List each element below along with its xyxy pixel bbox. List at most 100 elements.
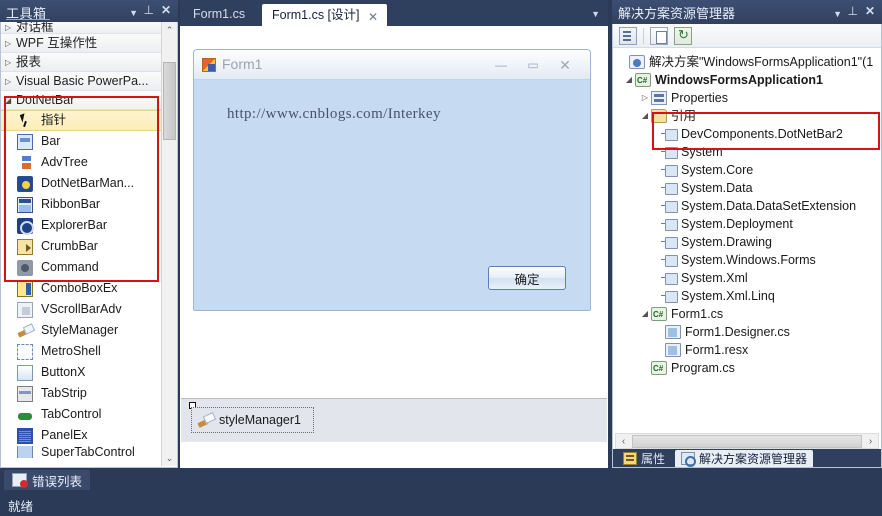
- toolbox-category-dialogs[interactable]: ▷ 对话框: [1, 22, 161, 34]
- toolbox-item-comboboxex[interactable]: ComboBoxEx: [1, 278, 161, 299]
- close-icon[interactable]: ✕: [554, 58, 576, 73]
- tree-row-references[interactable]: ◢ 引用: [613, 107, 881, 125]
- refresh-icon[interactable]: [674, 26, 692, 45]
- tree-row-ref-xml[interactable]: System.Xml: [613, 269, 881, 287]
- reference-icon: [661, 163, 678, 177]
- status-text: 就绪: [8, 499, 34, 514]
- tree-row-label: 解决方案"WindowsFormsApplication1"(1: [649, 55, 874, 69]
- toolbox-category-wpf-interop[interactable]: ▷ WPF 互操作性: [1, 34, 161, 53]
- toolbox-item-command[interactable]: Command: [1, 257, 161, 278]
- solution-tree[interactable]: 解决方案"WindowsFormsApplication1"(1 ◢ Windo…: [613, 49, 881, 431]
- chevron-down-icon[interactable]: ▼: [129, 7, 138, 19]
- tree-row-properties[interactable]: ▷ Properties: [613, 89, 881, 107]
- tree-row-ref-windows-forms[interactable]: System.Windows.Forms: [613, 251, 881, 269]
- scroll-left-icon[interactable]: ‹: [616, 436, 631, 447]
- minimize-icon[interactable]: —: [490, 59, 512, 73]
- toolbox-category-label: WPF 互操作性: [16, 35, 98, 50]
- show-all-files-icon[interactable]: [650, 26, 668, 45]
- tree-row-form1-cs[interactable]: ◢ Form1.cs: [613, 305, 881, 324]
- toolbox-item-pointer[interactable]: 指针: [1, 110, 161, 131]
- winform-ok-button[interactable]: 确定: [488, 266, 566, 290]
- toolbox-item-label: RibbonBar: [41, 197, 101, 211]
- tree-row-label: Properties: [671, 91, 728, 105]
- toolbox-item-metroshell[interactable]: MetroShell: [1, 341, 161, 362]
- tab-solution-explorer[interactable]: 解决方案资源管理器: [675, 449, 814, 467]
- designer-file-icon: [665, 325, 681, 339]
- tray-item-stylemanager1[interactable]: styleManager1: [191, 407, 314, 433]
- scrollbar-thumb[interactable]: [163, 62, 176, 140]
- tree-row-label: System.Data.DataSetExtension: [681, 199, 857, 213]
- tree-row-label: System: [681, 145, 723, 159]
- toolbox-item-label: PanelEx: [41, 428, 88, 442]
- maximize-icon[interactable]: ▭: [522, 59, 544, 73]
- chevron-down-icon[interactable]: ▼: [833, 8, 842, 20]
- tree-row-label: Form1.cs: [671, 307, 724, 321]
- editor-tabstrip: Form1.cs Form1.cs [设计] ✕ ▼: [180, 0, 608, 26]
- tree-row-ref-system[interactable]: System: [613, 143, 881, 161]
- winform-preview[interactable]: Form1 — ▭ ✕ http://www.cnblogs.com/Inter…: [193, 49, 591, 311]
- close-icon[interactable]: ✕: [161, 4, 171, 16]
- toolbox-item-explorerbar[interactable]: ExplorerBar: [1, 215, 161, 236]
- tree-row-ref-datasetextension[interactable]: System.Data.DataSetExtension: [613, 197, 881, 215]
- toolbox-item-crumbbar[interactable]: CrumbBar: [1, 236, 161, 257]
- toolbox-title-underline: [6, 19, 50, 20]
- close-icon[interactable]: ✕: [865, 5, 875, 17]
- toolbox-item-tabstrip[interactable]: TabStrip: [1, 383, 161, 404]
- solution-icon: [629, 55, 645, 69]
- tab-label: 属性: [641, 451, 666, 466]
- tree-row-project[interactable]: ◢ WindowsFormsApplication1: [613, 71, 881, 90]
- designer-canvas[interactable]: Form1 — ▭ ✕ http://www.cnblogs.com/Inter…: [181, 27, 607, 442]
- pin-icon[interactable]: ⊥: [144, 4, 154, 16]
- toolbox-category-vb-powerpack[interactable]: ▷ Visual Basic PowerPa...: [1, 72, 161, 91]
- advtree-icon: [17, 154, 33, 171]
- scroll-down-icon[interactable]: ⌄: [162, 450, 177, 466]
- toolbox-item-label: 指针: [41, 113, 67, 127]
- toolbox-item-label: ButtonX: [41, 365, 86, 379]
- tree-row-label: Program.cs: [671, 361, 735, 375]
- status-bar: 就绪: [0, 494, 882, 516]
- tab-form1-cs[interactable]: Form1.cs: [184, 4, 254, 26]
- toolbox-item-dotnetbarmanager[interactable]: DotNetBarMan...: [1, 173, 161, 194]
- toolbox-category-label: 对话框: [16, 22, 54, 34]
- toolbox-category-reports[interactable]: ▷ 报表: [1, 53, 161, 72]
- scroll-right-icon[interactable]: ›: [863, 436, 878, 447]
- toolbox-item-advtree[interactable]: AdvTree: [1, 152, 161, 173]
- tree-row-ref-system-core[interactable]: System.Core: [613, 161, 881, 179]
- tree-row-label: Form1.Designer.cs: [685, 325, 790, 339]
- toolbox-item-tabcontrol[interactable]: TabControl: [1, 404, 161, 425]
- tab-properties[interactable]: 属性: [617, 450, 671, 467]
- tree-row-ref-dotnetbar2[interactable]: DevComponents.DotNetBar2: [613, 125, 881, 143]
- toolbox-scrollbar[interactable]: ⌃ ⌄: [161, 22, 177, 466]
- toolbox-item-stylemanager[interactable]: StyleManager: [1, 320, 161, 341]
- tree-row-ref-drawing[interactable]: System.Drawing: [613, 233, 881, 251]
- tab-overflow-icon[interactable]: ▼: [591, 9, 600, 19]
- pin-icon[interactable]: ⊥: [848, 5, 858, 17]
- scroll-up-icon[interactable]: ⌃: [162, 22, 177, 38]
- chevron-down-icon: ◢: [625, 75, 633, 84]
- toolbox-category-dotnetbar[interactable]: ◢ DotNetBar: [1, 91, 161, 110]
- tree-row-ref-deployment[interactable]: System.Deployment: [613, 215, 881, 233]
- scrollbar-thumb[interactable]: [632, 434, 862, 448]
- toolbox-item-bar[interactable]: Bar: [1, 131, 161, 152]
- crumbbar-icon: [17, 238, 33, 255]
- solution-horizontal-scrollbar[interactable]: ‹ ›: [615, 433, 879, 449]
- tree-row-form1-resx[interactable]: Form1.resx: [613, 341, 881, 359]
- toolbox-item-ribbonbar[interactable]: RibbonBar: [1, 194, 161, 215]
- toolbox-item-label: TabControl: [41, 407, 102, 421]
- toolbox-item-vscrollbaradv[interactable]: VScrollBarAdv: [1, 299, 161, 320]
- tree-row-solution[interactable]: 解决方案"WindowsFormsApplication1"(1: [613, 53, 881, 71]
- project-icon: [635, 72, 651, 90]
- tree-row-form1-designer-cs[interactable]: Form1.Designer.cs: [613, 323, 881, 341]
- tab-close-icon[interactable]: ✕: [368, 10, 378, 24]
- properties-icon[interactable]: [619, 26, 637, 45]
- toolbox-item-panelex[interactable]: PanelEx: [1, 425, 161, 446]
- tree-row-ref-xml-linq[interactable]: System.Xml.Linq: [613, 287, 881, 305]
- tree-row-program-cs[interactable]: Program.cs: [613, 359, 881, 378]
- toolbox-item-supertabcontrol[interactable]: SuperTabControl: [1, 446, 161, 458]
- error-list-tab[interactable]: 错误列表: [4, 470, 91, 490]
- winform-link-label: http://www.cnblogs.com/Interkey: [227, 106, 441, 122]
- form-icon: [202, 58, 216, 72]
- toolbox-item-buttonx[interactable]: ButtonX: [1, 362, 161, 383]
- tree-row-ref-system-data[interactable]: System.Data: [613, 179, 881, 197]
- properties-icon: [623, 451, 637, 465]
